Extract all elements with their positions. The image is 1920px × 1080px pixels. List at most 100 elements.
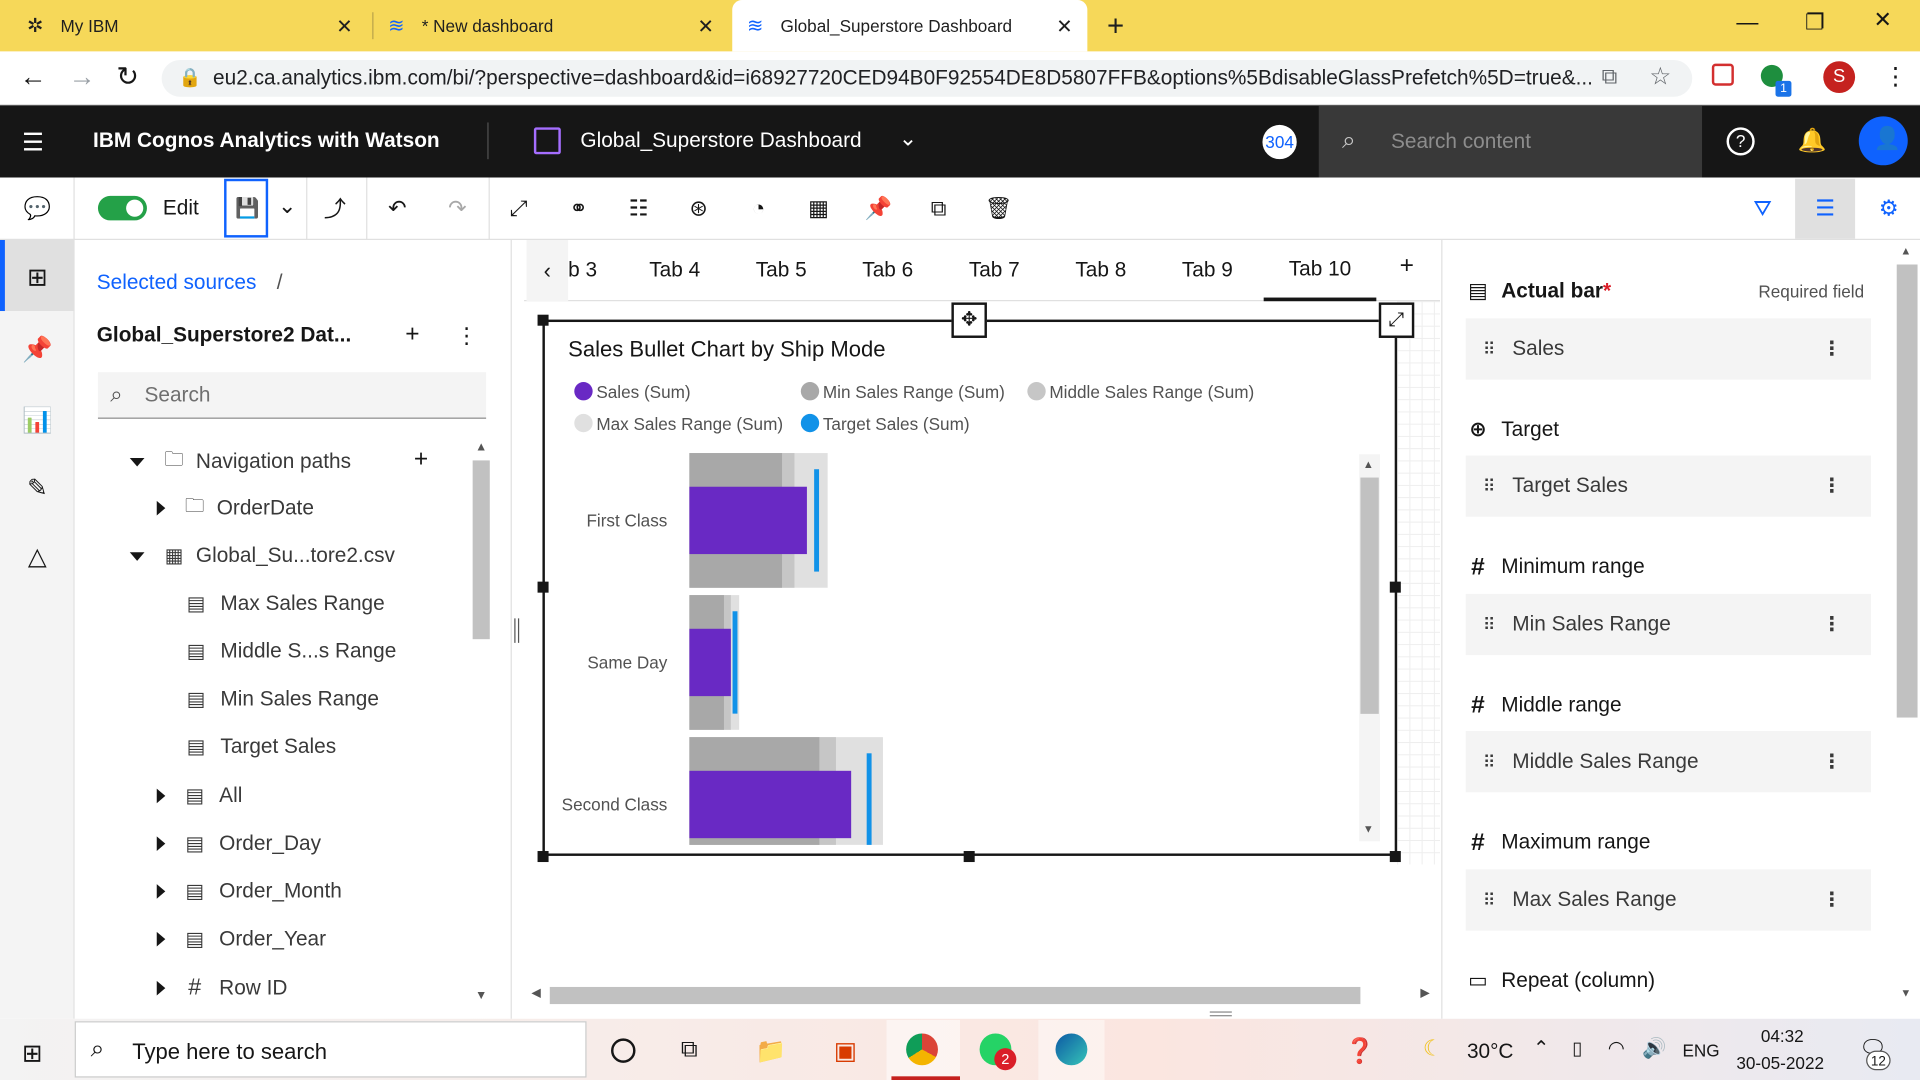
connect-icon[interactable]: ⚭ bbox=[549, 178, 609, 239]
translate-icon[interactable]: ⧉ bbox=[1602, 64, 1618, 90]
comment-icon[interactable]: 💬 bbox=[7, 178, 67, 239]
data-sources-icon[interactable]: ⊞ bbox=[0, 242, 75, 311]
tree-item-all[interactable]: ▤ All bbox=[156, 778, 242, 815]
redo-icon[interactable]: ↷ bbox=[427, 178, 487, 239]
file-explorer-icon[interactable]: 📁 bbox=[756, 1036, 786, 1067]
slot-sales[interactable]: ⠿ Sales ⋮ bbox=[1465, 318, 1872, 380]
window-close-icon[interactable]: ✕ bbox=[1873, 7, 1891, 33]
tree-item-global-superstore-csv[interactable]: ▦ Global_Su...tore2.csv bbox=[129, 538, 395, 575]
tree-item-row-id[interactable]: # Row ID bbox=[156, 970, 287, 1007]
scroll-up-arrow-icon[interactable]: ▲ bbox=[475, 441, 487, 454]
tab-7[interactable]: Tab 7 bbox=[944, 240, 1044, 301]
scroll-down-arrow-icon[interactable]: ▼ bbox=[1363, 823, 1374, 835]
overflow-menu-icon[interactable]: ⋮ bbox=[1822, 474, 1842, 498]
undo-icon[interactable]: ↶ bbox=[367, 178, 427, 239]
caret-down-icon[interactable] bbox=[129, 457, 145, 466]
language-indicator[interactable]: ENG bbox=[1682, 1041, 1719, 1061]
add-icon[interactable]: + bbox=[405, 321, 419, 349]
shapes-icon[interactable]: △ bbox=[0, 522, 75, 591]
cortana-icon[interactable] bbox=[611, 1038, 636, 1063]
slot-min-sales-range[interactable]: ⠿ Min Sales Range ⋮ bbox=[1465, 593, 1872, 656]
tree-item-order-day[interactable]: ▤ Order_Day bbox=[156, 825, 321, 862]
drag-handle-icon[interactable]: ⠿ bbox=[1483, 890, 1503, 911]
add-navigation-path-icon[interactable]: + bbox=[414, 446, 428, 474]
clock-date[interactable]: 30-05-2022 bbox=[1736, 1053, 1824, 1073]
chart-scrollbar-thumb[interactable] bbox=[1360, 477, 1379, 714]
resize-handle[interactable] bbox=[537, 314, 549, 326]
tree-item-order-month[interactable]: ▤ Order_Month bbox=[156, 873, 342, 910]
canvas-scrollbar-thumb[interactable] bbox=[549, 986, 1361, 1005]
lock-icon[interactable]: 🔒 bbox=[179, 66, 202, 88]
properties-scrollbar-thumb[interactable] bbox=[1896, 264, 1918, 718]
widgets-icon[interactable]: ✎ bbox=[0, 453, 75, 522]
close-icon[interactable]: ✕ bbox=[336, 15, 352, 39]
copy-icon[interactable]: ⧉ bbox=[909, 178, 969, 239]
temperature[interactable]: 30°C bbox=[1467, 1040, 1514, 1064]
tab-10[interactable]: Tab 10 bbox=[1263, 240, 1377, 302]
slot-middle-sales-range[interactable]: ⠿ Middle Sales Range ⋮ bbox=[1465, 731, 1872, 793]
resize-handle[interactable] bbox=[1389, 851, 1401, 863]
overflow-menu-icon[interactable]: ⋮ bbox=[456, 323, 478, 349]
settings-sliders-icon[interactable]: ⚙ bbox=[1859, 178, 1919, 239]
properties-icon[interactable]: ☷ bbox=[609, 178, 669, 239]
caret-right-icon[interactable] bbox=[156, 500, 166, 516]
weather-moon-icon[interactable]: ☾ bbox=[1423, 1036, 1443, 1062]
minimize-icon[interactable]: — bbox=[1736, 10, 1758, 36]
tree-item-middle-sales-range[interactable]: ▤ Middle S...s Range bbox=[184, 633, 397, 670]
caret-right-icon[interactable] bbox=[156, 931, 166, 947]
notification-bell-icon[interactable]: 🔔 bbox=[1798, 126, 1827, 155]
tree-item-orderdate[interactable]: 🗀 OrderDate bbox=[156, 490, 314, 527]
visualizations-icon[interactable]: 📊 bbox=[0, 386, 75, 455]
add-tab-icon[interactable]: + bbox=[1400, 252, 1414, 280]
move-handle-icon[interactable]: ✥ bbox=[951, 302, 987, 338]
drag-handle-icon[interactable]: ⠿ bbox=[1483, 339, 1503, 360]
forward-arrow-icon[interactable]: → bbox=[69, 61, 96, 93]
save-dropdown-chevron-icon[interactable]: ⌄ bbox=[278, 193, 296, 219]
pocket-extension-icon[interactable] bbox=[1711, 63, 1734, 86]
restore-icon[interactable]: ❐ bbox=[1805, 10, 1825, 36]
tree-item-target-sales[interactable]: ▤ Target Sales bbox=[184, 729, 336, 766]
breadcrumb-selected-sources[interactable]: Selected sources bbox=[97, 271, 257, 295]
chevron-down-icon[interactable]: ⌄ bbox=[899, 126, 917, 152]
tree-scrollbar-thumb[interactable] bbox=[472, 460, 490, 640]
device-icon[interactable]: ▯ bbox=[1572, 1037, 1582, 1059]
caret-right-icon[interactable] bbox=[156, 788, 166, 804]
tree-item-min-sales-range[interactable]: ▤ Min Sales Range bbox=[184, 681, 379, 718]
profile-avatar[interactable]: S bbox=[1823, 61, 1856, 94]
scroll-up-arrow-icon[interactable]: ▲ bbox=[1363, 458, 1374, 470]
drag-handle-icon[interactable]: ⠿ bbox=[1483, 476, 1503, 497]
tab-8[interactable]: Tab 8 bbox=[1051, 240, 1151, 301]
scroll-left-arrow-icon[interactable]: ◀ bbox=[531, 987, 540, 1000]
filter-icon[interactable]: ⛛ bbox=[1733, 178, 1793, 239]
overflow-menu-icon[interactable]: ⋮ bbox=[1822, 612, 1842, 636]
share-icon[interactable]: ⤴ bbox=[305, 178, 365, 239]
caret-right-icon[interactable] bbox=[156, 980, 166, 996]
caret-down-icon[interactable] bbox=[129, 551, 145, 561]
volume-icon[interactable]: 🔊 bbox=[1642, 1036, 1666, 1060]
overflow-menu-icon[interactable]: ⋮ bbox=[1822, 888, 1842, 912]
windows-start-icon[interactable]: ⊞ bbox=[22, 1038, 43, 1069]
maximize-widget-icon[interactable]: ⤢ bbox=[1378, 302, 1415, 338]
tree-item-navigation-paths[interactable]: 🗀 Navigation paths bbox=[129, 443, 351, 480]
browser-tab-my-ibm[interactable]: ✲ My IBM ✕ bbox=[12, 0, 367, 51]
tree-item-max-sales-range[interactable]: ▤ Max Sales Range bbox=[184, 585, 385, 622]
scroll-right-arrow-icon[interactable]: ▶ bbox=[1420, 987, 1429, 1000]
panel-resize-handle[interactable] bbox=[514, 618, 520, 643]
pin-icon[interactable]: 📌 bbox=[0, 315, 75, 384]
browser-tab-global-superstore[interactable]: ≋ Global_Superstore Dashboard ✕ bbox=[732, 0, 1088, 52]
slot-max-sales-range[interactable]: ⠿ Max Sales Range ⋮ bbox=[1465, 869, 1872, 931]
tray-chevron-up-icon[interactable]: ⌃ bbox=[1533, 1036, 1549, 1060]
tab-9[interactable]: Tab 9 bbox=[1157, 240, 1257, 301]
close-icon[interactable]: ✕ bbox=[697, 15, 713, 39]
resize-handle[interactable] bbox=[963, 851, 975, 863]
help-tray-icon[interactable]: ❓ bbox=[1344, 1036, 1374, 1067]
star-icon[interactable]: ☆ bbox=[1649, 61, 1671, 92]
drag-handle-icon[interactable]: ⠿ bbox=[1483, 614, 1503, 635]
caret-right-icon[interactable] bbox=[156, 884, 166, 899]
scroll-down-arrow-icon[interactable]: ▼ bbox=[475, 989, 487, 1002]
browser-tab-new-dashboard[interactable]: ≋ * New dashboard ✕ bbox=[373, 0, 728, 51]
overflow-menu-icon[interactable]: ⋮ bbox=[1822, 749, 1842, 773]
scroll-up-arrow-icon[interactable]: ▲ bbox=[1900, 245, 1911, 257]
tab-4[interactable]: Tab 4 bbox=[624, 240, 724, 301]
resize-handle[interactable] bbox=[1389, 581, 1401, 593]
